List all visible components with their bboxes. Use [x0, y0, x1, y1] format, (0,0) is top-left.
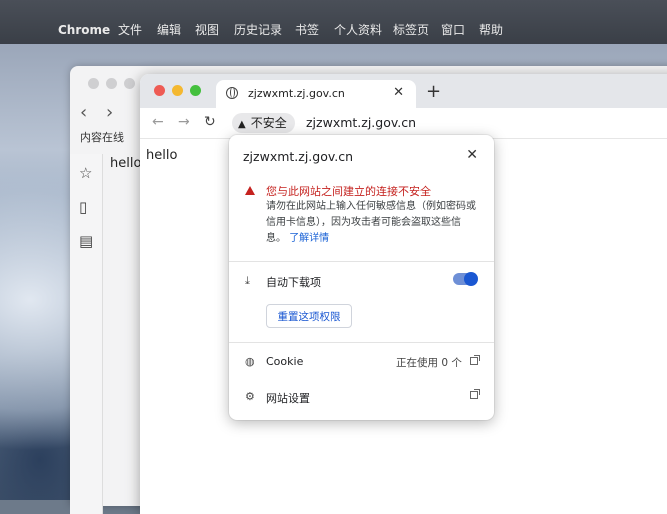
cookie-status[interactable]: 正在使用 0 个 — [396, 355, 462, 370]
tab-strip: zjzwxmt.zj.gov.cn ✕ + — [140, 74, 667, 108]
close-icon[interactable]: ✕ — [466, 147, 478, 163]
back-zoom-light[interactable] — [124, 78, 135, 89]
menu-window[interactable]: 窗口 — [441, 22, 465, 38]
toggle-knob — [464, 272, 478, 286]
menu-edit[interactable]: 编辑 — [157, 22, 181, 38]
new-tab-button[interactable]: + — [426, 83, 441, 101]
back-window-hello-text: hello — [110, 156, 142, 171]
document-icon[interactable]: ▤ — [79, 232, 93, 250]
divider — [229, 261, 494, 262]
cookie-icon: ◍ — [245, 355, 255, 368]
connection-warning-body: 请勿在此网站上输入任何敏感信息（例如密码或信用卡信息），因为攻击者可能会盗取这些… — [266, 199, 478, 247]
globe-icon — [226, 87, 238, 99]
back-close-light[interactable] — [88, 78, 99, 89]
reload-icon[interactable]: ↻ — [204, 114, 216, 130]
zoom-window-light[interactable] — [190, 85, 201, 96]
page-hello-text: hello — [146, 148, 178, 163]
menu-help[interactable]: 帮助 — [479, 22, 503, 38]
site-info-popup: zjzwxmt.zj.gov.cn ✕ 您与此网站之间建立的连接不安全 请勿在此… — [229, 135, 494, 420]
learn-more-link[interactable]: 了解详情 — [289, 233, 329, 244]
external-link-icon[interactable] — [470, 355, 480, 365]
menu-tabs[interactable]: 标签页 — [393, 22, 429, 38]
close-window-light[interactable] — [154, 85, 165, 96]
divider — [229, 342, 494, 343]
back-arrow-icon[interactable]: ‹ — [80, 102, 87, 123]
menu-app-name[interactable]: Chrome — [58, 22, 110, 38]
warning-icon: ▲ — [238, 119, 246, 130]
menu-history[interactable]: 历史记录 — [234, 22, 282, 38]
cookie-label[interactable]: Cookie — [266, 355, 303, 368]
auto-download-label: 自动下载项 — [266, 276, 321, 289]
minimize-window-light[interactable] — [172, 85, 183, 96]
tab-close-icon[interactable]: ✕ — [393, 85, 404, 100]
menu-bookmarks[interactable]: 书签 — [295, 22, 319, 38]
forward-arrow-icon[interactable]: → — [178, 114, 190, 130]
tab-active[interactable]: zjzwxmt.zj.gov.cn ✕ — [216, 80, 416, 108]
gear-icon: ⚙ — [245, 390, 255, 403]
menu-view[interactable]: 视图 — [195, 22, 219, 38]
back-arrow-icon[interactable]: ← — [152, 114, 164, 130]
warning-icon — [245, 186, 255, 195]
connection-warning-title: 您与此网站之间建立的连接不安全 — [266, 185, 431, 198]
back-window-sidebar: ☆ ▯ ▤ — [70, 154, 103, 514]
address-bar-url[interactable]: zjzwxmt.zj.gov.cn — [306, 115, 416, 130]
download-icon: ⤓ — [245, 274, 250, 287]
tab-title: zjzwxmt.zj.gov.cn — [248, 87, 345, 100]
reset-permission-button[interactable]: 重置这项权限 — [266, 304, 352, 328]
back-minimize-light[interactable] — [106, 78, 117, 89]
site-settings-label[interactable]: 网站设置 — [266, 390, 310, 406]
security-chip[interactable]: ▲ 不安全 — [232, 113, 295, 133]
menu-profiles[interactable]: 个人资料 — [334, 22, 382, 38]
menu-bar: Chrome 文件 编辑 视图 历史记录 书签 个人资料 标签页 窗口 帮助 — [0, 0, 667, 44]
menu-file[interactable]: 文件 — [118, 22, 142, 38]
book-icon[interactable]: ▯ — [79, 198, 87, 216]
popup-host: zjzwxmt.zj.gov.cn — [243, 149, 354, 164]
auto-download-toggle[interactable] — [453, 272, 478, 286]
star-icon[interactable]: ☆ — [79, 164, 92, 182]
forward-arrow-icon[interactable]: › — [106, 102, 113, 123]
back-window-sidebar-label[interactable]: 内容在线 — [80, 129, 124, 145]
external-link-icon[interactable] — [470, 389, 480, 399]
security-chip-label: 不安全 — [250, 116, 287, 130]
